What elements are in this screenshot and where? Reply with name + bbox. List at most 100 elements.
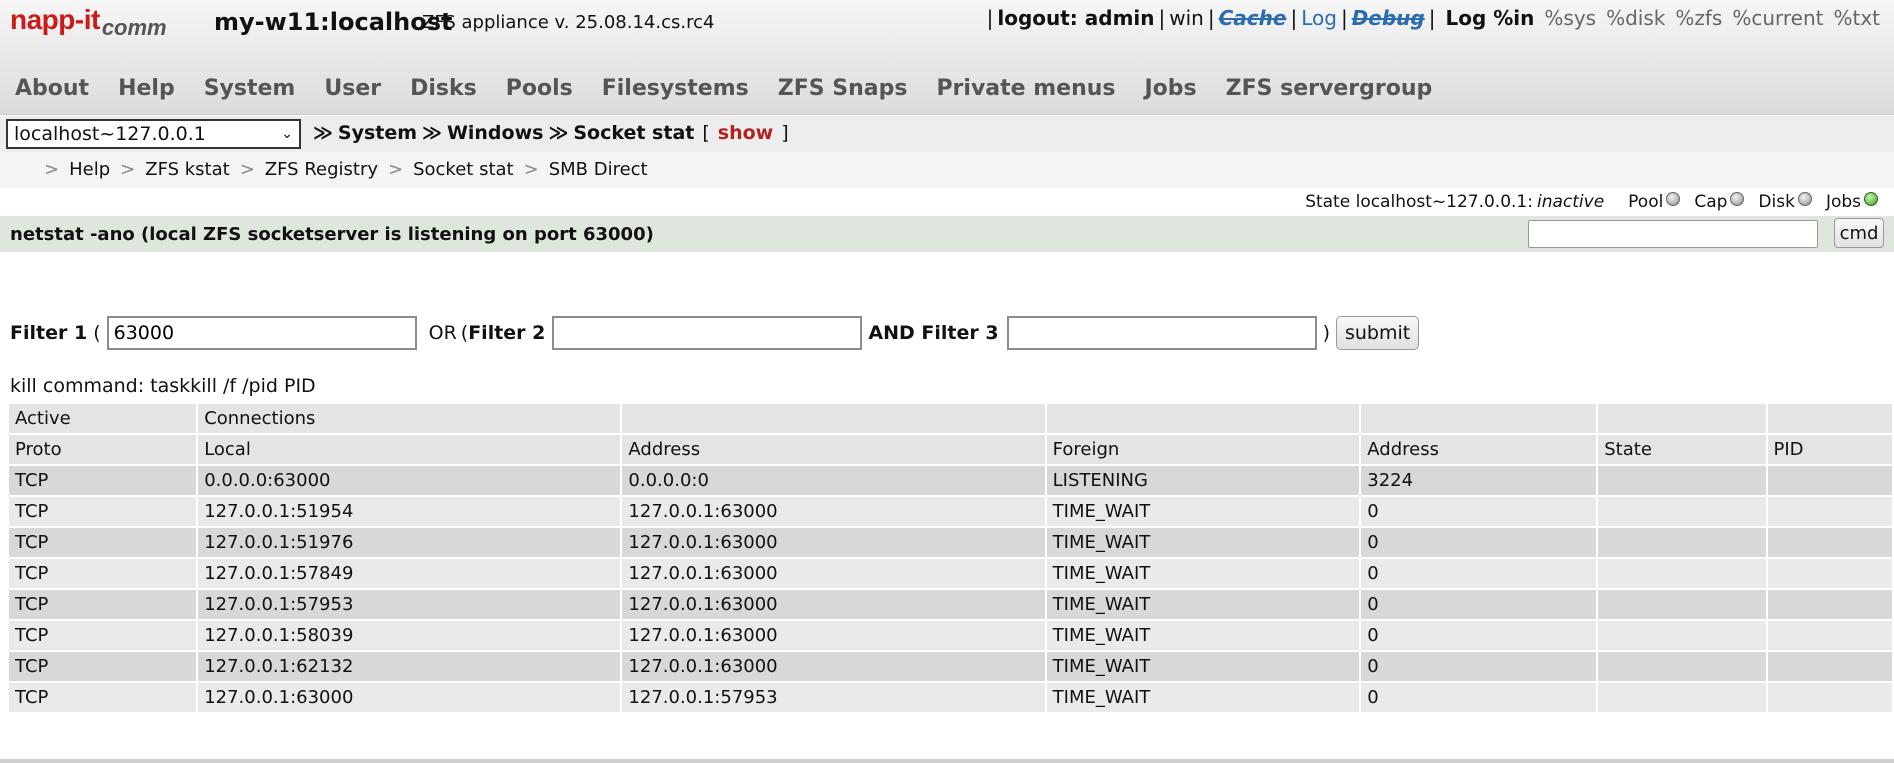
table-cell: TCP bbox=[9, 497, 197, 526]
header-cell: State bbox=[1598, 435, 1766, 464]
filter2-label: Filter 2 bbox=[468, 322, 546, 344]
table-cell: 0 bbox=[1361, 590, 1597, 619]
chevron-right-icon: > bbox=[239, 159, 255, 180]
state-value: inactive bbox=[1536, 192, 1605, 212]
host-select[interactable]: localhost~127.0.0.1 ⌄ bbox=[6, 119, 301, 149]
debug-link[interactable]: Debug bbox=[1352, 6, 1425, 30]
pool-label: Pool bbox=[1628, 192, 1664, 212]
logo-sub-text: comm bbox=[101, 15, 167, 40]
table-cell: 127.0.0.1:63000 bbox=[622, 590, 1045, 619]
cmd-input[interactable] bbox=[1528, 220, 1818, 248]
logout-link[interactable]: logout: admin bbox=[997, 6, 1154, 30]
nav-zfs-servergroup[interactable]: ZFS servergroup bbox=[1226, 76, 1433, 101]
command-title: netstat -ano (local ZFS socketserver is … bbox=[10, 224, 654, 245]
nav-help[interactable]: Help bbox=[118, 76, 175, 101]
header-cell bbox=[1361, 404, 1597, 433]
breadcrumb-windows[interactable]: Windows bbox=[447, 122, 544, 144]
chevron-right-icon: > bbox=[388, 159, 404, 180]
nav-system[interactable]: System bbox=[204, 76, 296, 101]
disk-link[interactable]: %disk bbox=[1606, 6, 1665, 30]
breadcrumb: localhost~127.0.0.1 ⌄ ≫ System ≫ Windows… bbox=[0, 116, 1894, 152]
submenu-bar: > Help > ZFS kstat > ZFS Registry > Sock… bbox=[0, 152, 1894, 188]
txt-link[interactable]: %txt bbox=[1833, 6, 1880, 30]
nav-disks[interactable]: Disks bbox=[410, 76, 477, 101]
table-cell: 127.0.0.1:63000 bbox=[622, 621, 1045, 650]
disk-label: Disk bbox=[1758, 192, 1795, 212]
napp-it-logo[interactable]: napp-it comm bbox=[10, 4, 167, 44]
main-nav: About Help System User Disks Pools Files… bbox=[15, 76, 1461, 101]
nav-private-menus[interactable]: Private menus bbox=[936, 76, 1115, 101]
filter3-input[interactable] bbox=[1006, 316, 1317, 350]
win-link[interactable]: win bbox=[1169, 6, 1204, 30]
table-cell bbox=[1767, 528, 1892, 557]
command-band: netstat -ano (local ZFS socketserver is … bbox=[0, 216, 1894, 252]
breadcrumb-path: ≫ System ≫ Windows ≫ Socket stat [ show … bbox=[313, 122, 789, 144]
table-row: TCP 127.0.0.1:57849 127.0.0.1:63000 TIME… bbox=[9, 559, 1892, 588]
table-cell bbox=[1767, 621, 1892, 650]
table-cell bbox=[1767, 559, 1892, 588]
table-row: TCP 127.0.0.1:51976 127.0.0.1:63000 TIME… bbox=[9, 528, 1892, 557]
zfs-link[interactable]: %zfs bbox=[1675, 6, 1722, 30]
table-cell: 127.0.0.1:57953 bbox=[198, 590, 621, 619]
nav-zfs-snaps[interactable]: ZFS Snaps bbox=[778, 76, 908, 101]
submenu-smb-direct[interactable]: SMB Direct bbox=[549, 159, 648, 180]
table-cell: TCP bbox=[9, 590, 197, 619]
submenu-help[interactable]: Help bbox=[69, 159, 110, 180]
table-cell: 0.0.0.0:63000 bbox=[198, 466, 621, 495]
header-cell bbox=[1767, 404, 1892, 433]
table-header-row: Active Connections bbox=[9, 404, 1892, 433]
breadcrumb-socket-stat[interactable]: Socket stat bbox=[573, 122, 694, 144]
jobs-label: Jobs bbox=[1825, 192, 1861, 212]
table-row: TCP 127.0.0.1:62132 127.0.0.1:63000 TIME… bbox=[9, 652, 1892, 681]
table-cell: 0 bbox=[1361, 683, 1597, 712]
cmd-button[interactable]: cmd bbox=[1834, 218, 1884, 248]
host-title: my-w11:localhost bbox=[214, 8, 453, 36]
table-cell bbox=[1598, 683, 1766, 712]
table-row: TCP 127.0.0.1:58039 127.0.0.1:63000 TIME… bbox=[9, 621, 1892, 650]
top-links: | logout: admin | win | Cache | Log | De… bbox=[986, 6, 1880, 30]
table-row: TCP 127.0.0.1:51954 127.0.0.1:63000 TIME… bbox=[9, 497, 1892, 526]
table-cell: 127.0.0.1:63000 bbox=[622, 559, 1045, 588]
submenu-socket-stat[interactable]: Socket stat bbox=[413, 159, 514, 180]
log-in-link[interactable]: Log %in bbox=[1445, 6, 1534, 30]
filter2-input[interactable] bbox=[552, 316, 863, 350]
header-cell: Local bbox=[198, 435, 621, 464]
nav-filesystems[interactable]: Filesystems bbox=[602, 76, 749, 101]
table-cell: TCP bbox=[9, 652, 197, 681]
double-chevron-icon: ≫ bbox=[548, 122, 569, 144]
log-link[interactable]: Log bbox=[1301, 6, 1337, 30]
filter-row: Filter 1 ( OR ( Filter 2 AND Filter 3 ) … bbox=[10, 315, 1420, 351]
breadcrumb-system[interactable]: System bbox=[338, 122, 417, 144]
header-cell: PID bbox=[1767, 435, 1892, 464]
pool-status-icon bbox=[1666, 192, 1681, 206]
current-link[interactable]: %current bbox=[1732, 6, 1823, 30]
disk-status-icon bbox=[1797, 192, 1812, 206]
netstat-table: Active Connections Proto Local Address F… bbox=[7, 402, 1894, 714]
table-cell: 0 bbox=[1361, 497, 1597, 526]
table-cell: 0 bbox=[1361, 652, 1597, 681]
show-link[interactable]: show bbox=[718, 122, 773, 144]
filter1-input[interactable] bbox=[106, 316, 417, 350]
table-cell: 127.0.0.1:63000 bbox=[198, 683, 621, 712]
submit-button[interactable]: submit bbox=[1335, 316, 1420, 350]
filter1-label: Filter 1 bbox=[10, 322, 88, 344]
nav-jobs[interactable]: Jobs bbox=[1145, 76, 1197, 101]
table-cell: 127.0.0.1:63000 bbox=[622, 497, 1045, 526]
table-cell: TCP bbox=[9, 559, 197, 588]
cache-link[interactable]: Cache bbox=[1219, 6, 1287, 30]
nav-pools[interactable]: Pools bbox=[506, 76, 573, 101]
table-cell bbox=[1767, 497, 1892, 526]
submenu-zfs-kstat[interactable]: ZFS kstat bbox=[145, 159, 229, 180]
sys-link[interactable]: %sys bbox=[1544, 6, 1596, 30]
table-cell: TIME_WAIT bbox=[1046, 621, 1360, 650]
table-cell: TIME_WAIT bbox=[1046, 559, 1360, 588]
or-label: OR bbox=[428, 322, 457, 344]
nav-user[interactable]: User bbox=[324, 76, 381, 101]
nav-about[interactable]: About bbox=[15, 76, 89, 101]
submenu-zfs-registry[interactable]: ZFS Registry bbox=[265, 159, 378, 180]
table-row: TCP 127.0.0.1:63000 127.0.0.1:57953 TIME… bbox=[9, 683, 1892, 712]
table-cell: 127.0.0.1:63000 bbox=[622, 652, 1045, 681]
table-row: TCP 127.0.0.1:57953 127.0.0.1:63000 TIME… bbox=[9, 590, 1892, 619]
header-cell: Active bbox=[9, 404, 197, 433]
header-cell: Address bbox=[622, 435, 1045, 464]
